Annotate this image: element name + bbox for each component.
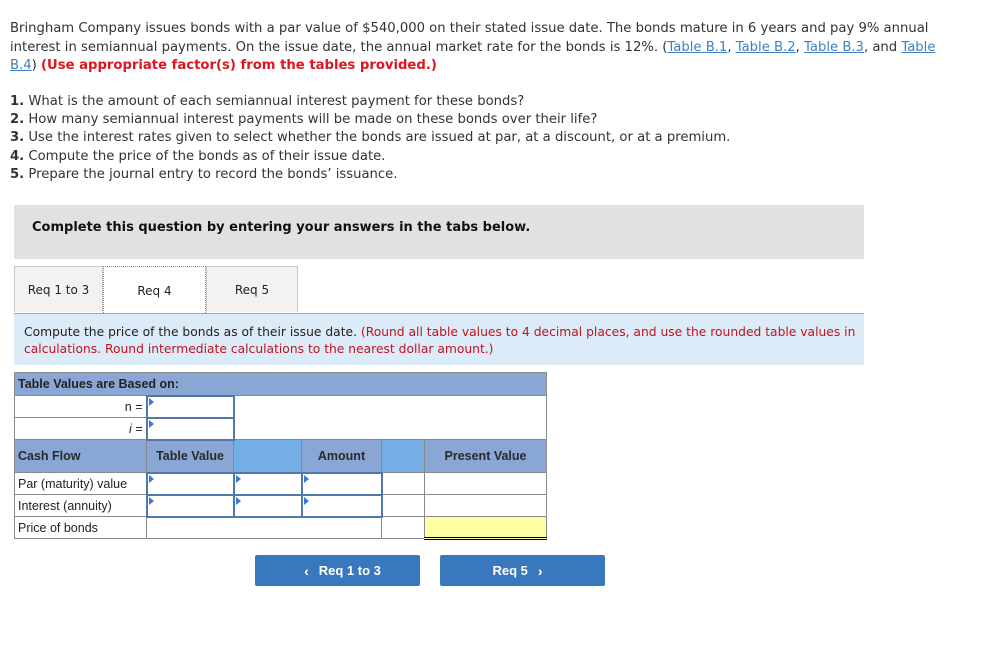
- separator: ): [31, 58, 41, 73]
- empty-cell: [146, 516, 382, 539]
- requirement-text: What is the amount of each semiannual in…: [24, 94, 525, 109]
- interest-table-value-cell[interactable]: [145, 493, 235, 518]
- factor-instruction: (Use appropriate factor(s) from the tabl…: [40, 58, 437, 73]
- interest-operator-cell[interactable]: [232, 493, 303, 518]
- requirement-item: 3. Use the interest rates given to selec…: [10, 129, 970, 147]
- chevron-left-icon: ‹: [304, 562, 309, 579]
- requirement-number: 2.: [10, 112, 25, 128]
- row-label-price: Price of bonds: [14, 516, 147, 539]
- row-label-par: Par (maturity) value: [14, 472, 147, 495]
- requirements-list: 1. What is the amount of each semiannual…: [10, 93, 970, 184]
- tab-req-5[interactable]: Req 5: [206, 266, 298, 312]
- par-operator-input[interactable]: [234, 473, 301, 494]
- par-operator-cell[interactable]: [232, 471, 303, 496]
- table-b2-link[interactable]: Table B.2: [736, 40, 796, 55]
- next-req-button[interactable]: Req 5 ›: [440, 555, 605, 586]
- requirement-text: Compute the price of the bonds as of the…: [24, 148, 386, 164]
- prev-button-label: Req 1 to 3: [318, 563, 381, 578]
- empty-cell: [381, 494, 425, 517]
- interest-operator-input[interactable]: [234, 495, 301, 516]
- table-b1-link[interactable]: Table B.1: [667, 40, 727, 55]
- separator: ,: [795, 39, 805, 55]
- i-label: i =: [14, 417, 147, 440]
- interest-amount-input[interactable]: [302, 495, 381, 516]
- n-label-text: n =: [124, 399, 143, 414]
- table-b3-link[interactable]: Table B.3: [804, 40, 864, 55]
- requirement-number: 1.: [10, 94, 25, 109]
- separator: , and: [863, 39, 902, 55]
- tab-req-1-to-3[interactable]: Req 1 to 3: [14, 266, 103, 312]
- requirement-number: 4.: [10, 148, 25, 164]
- header-present-value: Present Value: [424, 439, 547, 473]
- par-amount-cell[interactable]: [300, 471, 383, 496]
- header-operator: [233, 439, 302, 473]
- interest-present-value: [424, 494, 547, 517]
- i-input-cell[interactable]: [145, 416, 235, 441]
- n-input-cell[interactable]: [145, 394, 235, 419]
- task-instructions: Compute the price of the bonds as of the…: [14, 314, 864, 365]
- requirement-item: 2. How many semiannual interest payments…: [10, 111, 970, 129]
- row-label-interest: Interest (annuity): [14, 494, 147, 517]
- par-table-value-input[interactable]: [147, 473, 233, 494]
- tab-req-4[interactable]: Req 4: [103, 266, 206, 315]
- par-table-value-cell[interactable]: [145, 471, 235, 496]
- empty-cell: [381, 472, 425, 495]
- header-equals: [381, 439, 425, 473]
- requirement-item: 4. Compute the price of the bonds as of …: [10, 148, 970, 166]
- i-input[interactable]: [147, 418, 233, 439]
- requirement-item: 5. Prepare the journal entry to record t…: [10, 166, 970, 184]
- requirement-number: 3.: [10, 130, 25, 146]
- n-label: n =: [14, 395, 147, 418]
- table-caption: Table Values are Based on:: [14, 372, 547, 396]
- problem-statement: Bringham Company issues bonds with a par…: [10, 20, 940, 76]
- par-amount-input[interactable]: [302, 473, 381, 494]
- header-cash-flow: Cash Flow: [14, 439, 147, 473]
- next-button-label: Req 5: [492, 563, 528, 578]
- empty-cell: [233, 395, 547, 440]
- banner-text: Complete this question by entering your …: [32, 220, 531, 235]
- present-value-table: Table Values are Based on: n = i = Cash …: [14, 372, 547, 540]
- i-label-text: i =: [128, 421, 143, 436]
- price-of-bonds-total: [424, 516, 547, 540]
- n-input[interactable]: [147, 396, 233, 417]
- header-amount: Amount: [301, 439, 382, 473]
- par-present-value: [424, 472, 547, 495]
- task-text: Compute the price of the bonds as of the…: [24, 325, 361, 339]
- header-table-value: Table Value: [146, 439, 234, 473]
- chevron-right-icon: ›: [537, 562, 543, 579]
- requirement-text: Use the interest rates given to select w…: [24, 130, 731, 146]
- prev-req-button[interactable]: ‹ Req 1 to 3: [255, 555, 420, 586]
- requirement-number: 5.: [10, 166, 25, 182]
- interest-amount-cell[interactable]: [300, 493, 383, 518]
- requirement-item: 1. What is the amount of each semiannual…: [10, 93, 970, 111]
- interest-table-value-input[interactable]: [147, 495, 233, 516]
- instruction-banner: Complete this question by entering your …: [14, 205, 864, 259]
- separator: ,: [727, 39, 736, 55]
- requirement-text: How many semiannual interest payments wi…: [24, 112, 598, 128]
- requirement-text: Prepare the journal entry to record the …: [24, 166, 398, 182]
- empty-cell: [381, 516, 425, 539]
